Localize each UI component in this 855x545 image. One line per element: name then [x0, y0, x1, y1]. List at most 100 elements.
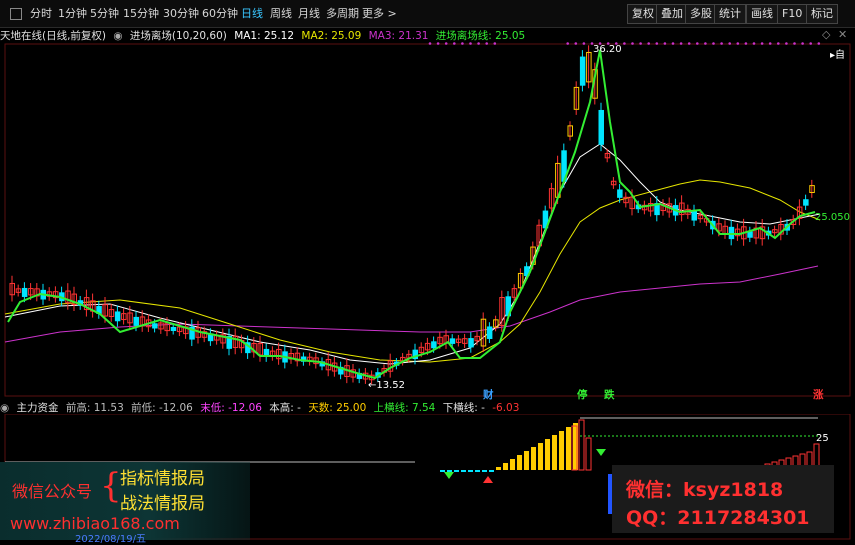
green-down-triangle-2	[444, 472, 454, 479]
watermark-line2: 战法情报局	[120, 494, 205, 514]
lower-line: 下横线: -	[442, 402, 485, 414]
toolbar-button-1[interactable]: 叠加	[656, 4, 688, 24]
last-value: -6.03	[492, 402, 520, 414]
period-tab-0[interactable]: 分时	[30, 5, 52, 22]
candle	[263, 343, 270, 362]
period-tab-5[interactable]: 60分钟	[202, 5, 238, 22]
low-price-label: ←13.52	[368, 380, 405, 391]
high-price-label: 36.20	[593, 44, 622, 55]
flow-bar	[496, 467, 501, 470]
candle	[121, 308, 127, 325]
period-tab-1[interactable]: 1分钟	[58, 5, 87, 22]
candle	[294, 347, 301, 367]
toolbar-button-4[interactable]: 画线	[746, 4, 778, 24]
signal-dot	[566, 42, 569, 45]
candle	[610, 177, 617, 189]
signal-dot	[469, 42, 472, 45]
signal-dot	[736, 42, 740, 45]
period-tab-2[interactable]: 5分钟	[90, 5, 119, 22]
signal-dot	[631, 42, 634, 45]
wechat-public-label: 微信公众号	[12, 482, 93, 501]
period-tab-8[interactable]: 月线	[298, 5, 320, 22]
period-tab-10[interactable]: 更多 >	[362, 5, 397, 22]
candle	[276, 342, 282, 365]
candle	[338, 361, 344, 380]
signal-dot	[582, 42, 586, 45]
flow-bar	[447, 470, 452, 472]
period-tab-6[interactable]: 日线	[241, 5, 263, 22]
toolbar-button-2[interactable]: 多股	[685, 4, 717, 24]
candle	[722, 220, 728, 239]
candle	[772, 225, 778, 237]
indicator-name[interactable]: 进场离场(10,20,60)	[130, 30, 227, 42]
candle	[567, 121, 573, 141]
flow-bar	[538, 443, 543, 470]
flow-bar	[482, 470, 487, 472]
candle	[108, 303, 115, 322]
candle	[400, 353, 406, 366]
candle	[499, 290, 505, 332]
signal-dot	[647, 42, 650, 45]
candle	[214, 330, 220, 345]
candle	[15, 284, 22, 297]
candle	[114, 305, 121, 327]
entry-line-value: 进场离场线: 25.05	[435, 30, 526, 42]
flow-bar	[510, 459, 515, 470]
signal-dot	[817, 42, 821, 45]
close-icon[interactable]: ✕	[838, 28, 847, 41]
candle	[734, 223, 741, 241]
ma1-line	[4, 143, 821, 365]
day-count: 天数: 25.00	[308, 402, 367, 414]
flow-bar	[552, 435, 557, 470]
toolbar-button-0[interactable]: 复权	[627, 4, 659, 24]
signal-dot	[493, 42, 497, 45]
candle	[34, 283, 40, 302]
signal-dot	[444, 42, 448, 45]
flow-bar	[531, 447, 536, 470]
indicator-toggle-icon[interactable]: ◉	[113, 30, 122, 42]
sub-indicator-legend: ◉ 主力资金 前高: 11.53 前低: -12.06 末低: -12.06 本…	[0, 400, 855, 414]
signal-dot	[712, 42, 715, 45]
new-low: 末低: -12.06	[200, 402, 262, 414]
red-up-triangle	[483, 476, 493, 483]
sub-toggle-icon[interactable]: ◉	[0, 402, 9, 414]
signal-dot	[704, 42, 707, 45]
candle	[586, 45, 592, 89]
candle	[406, 350, 412, 363]
period-tab-9[interactable]: 多周期	[326, 5, 359, 22]
candle	[486, 322, 493, 344]
candle	[803, 194, 809, 210]
main-legend: 天地在线(日线,前复权) ◉ 进场离场(10,20,60) MA1: 25.12…	[0, 28, 855, 42]
candle	[269, 346, 276, 361]
candle	[96, 300, 102, 319]
ma3-value: MA3: 21.31	[368, 30, 429, 42]
candle	[728, 219, 735, 246]
toolbar-button-3[interactable]: 统计	[714, 4, 746, 24]
signal-dot	[768, 42, 772, 45]
signal-dot	[477, 42, 480, 45]
sub-indicator-name[interactable]: 主力资金	[17, 402, 59, 414]
candle	[220, 328, 226, 349]
window-icon[interactable]	[10, 8, 22, 20]
diamond-icon[interactable]: ◇	[822, 28, 830, 41]
watermark-left: 微信公众号 { 指标情报局 战法情报局 www.zhibiao168.com 2…	[0, 462, 250, 545]
toolbar-button-5[interactable]: F10	[777, 4, 808, 24]
signal-dot	[687, 42, 691, 45]
signal-dot	[801, 42, 804, 45]
candle	[679, 195, 685, 222]
flow-bar	[461, 470, 466, 472]
candle	[83, 289, 90, 317]
toolbar-button-6[interactable]: 标记	[806, 4, 838, 24]
ma2-value: MA2: 25.09	[301, 30, 362, 42]
watermark-right: 微信：ksyz1818 QQ：2117284301	[612, 465, 834, 533]
ma1-value: MA1: 25.12	[234, 30, 295, 42]
candlestick-chart[interactable]: 36.20 ←13.52 25.050 ▸自	[0, 42, 855, 397]
flow-bar	[585, 437, 592, 471]
candle	[288, 348, 294, 364]
signal-dot	[720, 42, 723, 45]
candle	[573, 81, 580, 115]
flow-bar	[475, 470, 480, 472]
period-tab-7[interactable]: 周线	[270, 5, 292, 22]
period-tab-4[interactable]: 30分钟	[163, 5, 199, 22]
period-tab-3[interactable]: 15分钟	[123, 5, 159, 22]
